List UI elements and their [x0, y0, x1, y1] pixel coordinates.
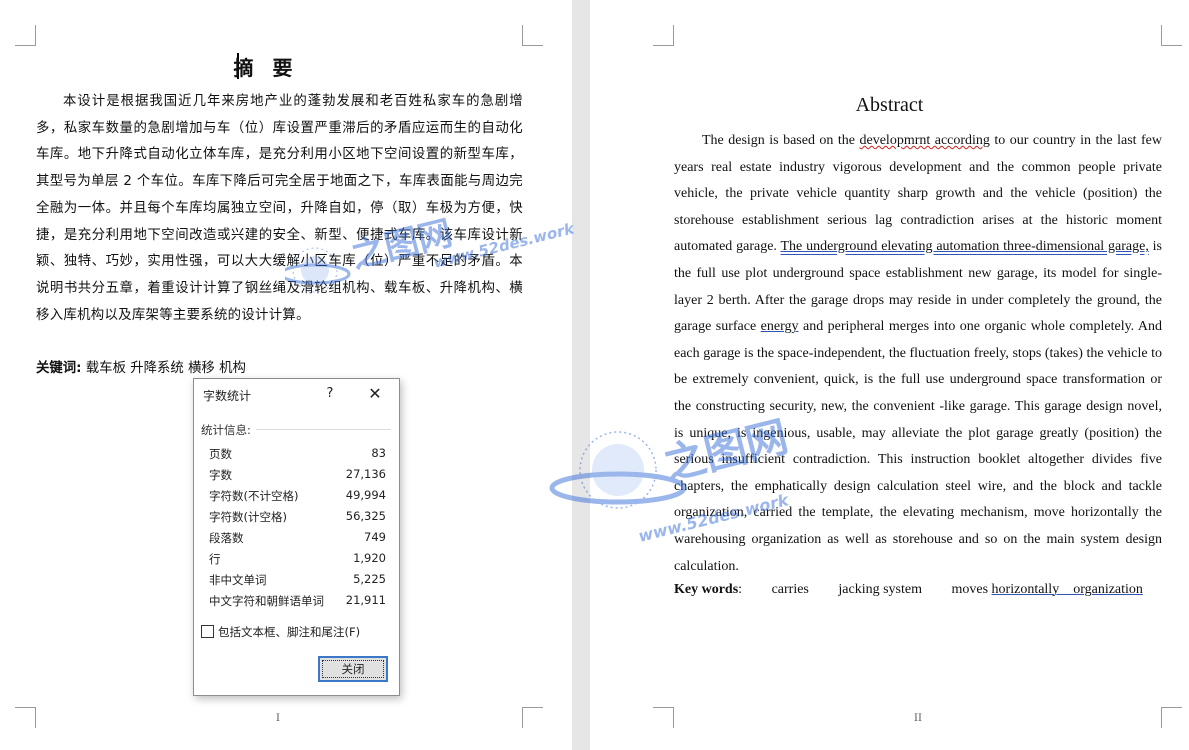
- stat-row-non-chinese-words: 非中文单词 5,225: [209, 572, 392, 592]
- keyword-item: moves: [951, 582, 989, 597]
- stat-value: 27,136: [345, 467, 386, 481]
- crop-mark: [522, 707, 543, 728]
- crop-mark: [15, 25, 36, 46]
- close-button[interactable]: 关闭: [318, 656, 388, 682]
- abstract-text: and peripheral merges into one organic w…: [674, 319, 1162, 574]
- dialog-title: 字数统计: [203, 389, 252, 403]
- stat-value: 749: [364, 530, 386, 544]
- help-button[interactable]: ?: [320, 384, 340, 404]
- abstract-title-cn[interactable]: 摘 要: [0, 52, 532, 81]
- stat-row-chars-no-spaces: 字符数(不计空格) 49,994: [209, 488, 392, 508]
- keywords-label-en: Key words: [674, 582, 739, 597]
- stat-row-cjk-words: 中文字符和朝鲜语单词 21,911: [209, 593, 392, 613]
- stat-label: 字符数(不计空格): [209, 489, 299, 503]
- stat-row-pages: 页数 83: [209, 446, 392, 466]
- keywords-en[interactable]: Key words: carries jacking system moves …: [674, 582, 1143, 598]
- document-page-right: Abstract The design is based on the deve…: [590, 0, 1189, 750]
- stat-value: 56,325: [345, 509, 386, 523]
- keywords-label-cn: 关键词:: [36, 361, 82, 376]
- checkbox-box[interactable]: [201, 625, 214, 638]
- page-number-left: I: [276, 713, 280, 724]
- keywords-colon: :: [738, 582, 743, 597]
- keyword-item: jacking system: [838, 582, 922, 597]
- stat-value: 83: [371, 446, 386, 460]
- keywords-value-cn: 载车板 升降系统 横移 机构: [85, 361, 246, 376]
- stat-value: 1,920: [353, 551, 386, 565]
- crop-mark: [653, 25, 674, 46]
- section-divider: [256, 429, 391, 430]
- keywords-cn[interactable]: 关键词: 载车板 升降系统 横移 机构: [36, 356, 246, 376]
- stat-label: 页数: [209, 447, 232, 461]
- keyword-item: horizontally organization: [991, 582, 1143, 597]
- stat-value: 49,994: [345, 488, 386, 502]
- stat-label: 字数: [209, 468, 232, 482]
- abstract-body-en[interactable]: The design is based on the developmrnt a…: [674, 128, 1162, 580]
- abstract-body-cn[interactable]: 本设计是根据我国近几年来房地产业的蓬勃发展和老百姓私家车的急剧增多，私家车数量的…: [36, 89, 523, 329]
- stat-row-paragraphs: 段落数 749: [209, 530, 392, 550]
- crop-mark: [1161, 707, 1182, 728]
- spelling-error-text: developmrnt according: [859, 133, 990, 148]
- stat-label: 行: [209, 552, 221, 566]
- checkbox-label: 包括文本框、脚注和尾注(F): [218, 625, 361, 639]
- stat-label: 字符数(计空格): [209, 510, 287, 524]
- stat-row-words: 字数 27,136: [209, 467, 392, 487]
- page-number-right: II: [914, 713, 922, 724]
- stat-label: 段落数: [209, 531, 244, 545]
- crop-mark: [15, 707, 36, 728]
- statistics-section-label: 统计信息:: [201, 423, 251, 437]
- crop-mark: [1161, 25, 1182, 46]
- abstract-text: The design is based on the: [702, 133, 860, 148]
- stat-label: 非中文单词: [209, 573, 267, 587]
- stat-value: 21,911: [345, 593, 386, 607]
- include-textboxes-checkbox[interactable]: 包括文本框、脚注和尾注(F): [201, 624, 360, 640]
- stat-row-lines: 行 1,920: [209, 551, 392, 571]
- stat-value: 5,225: [353, 572, 386, 586]
- keyword-item: carries: [771, 582, 809, 597]
- crop-mark: [522, 25, 543, 46]
- grammar-flag-text: The underground elevating automation thr…: [780, 239, 1149, 255]
- page-gap: [572, 0, 590, 750]
- stat-row-chars-with-spaces: 字符数(计空格) 56,325: [209, 509, 392, 529]
- stat-label: 中文字符和朝鲜语单词: [209, 594, 324, 608]
- grammar-flag-text: energy: [760, 319, 799, 335]
- abstract-title-en[interactable]: Abstract: [590, 94, 1189, 117]
- close-icon[interactable]: ✕: [365, 384, 385, 404]
- word-count-dialog[interactable]: 字数统计 ? ✕ 统计信息: 页数 83 字数 27,136 字符数(不计空格)…: [193, 378, 400, 696]
- crop-mark: [653, 707, 674, 728]
- abstract-text: to our country in the last few years rea…: [674, 133, 1163, 255]
